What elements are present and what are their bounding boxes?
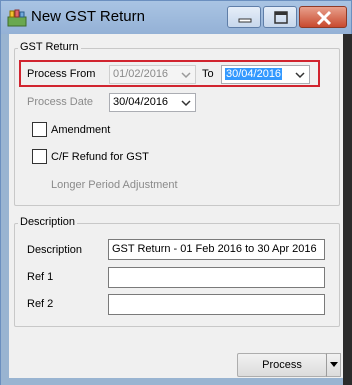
minimize-button[interactable] xyxy=(227,6,261,28)
maximize-icon xyxy=(274,11,288,24)
amendment-checkbox[interactable] xyxy=(32,122,47,137)
cf-refund-checkbox[interactable] xyxy=(32,149,47,164)
longer-period-adjustment-label: Longer Period Adjustment xyxy=(51,179,178,191)
ref1-label: Ref 1 xyxy=(27,271,54,283)
window-title: New GST Return xyxy=(31,8,145,25)
process-to-value: 30/04/2016 xyxy=(225,68,283,80)
ref1-input[interactable] xyxy=(108,267,325,288)
close-button[interactable] xyxy=(299,6,347,28)
gst-return-group-label: GST Return xyxy=(18,41,81,53)
process-button[interactable]: Process xyxy=(237,353,327,377)
maximize-button[interactable] xyxy=(263,6,297,28)
chevron-down-icon[interactable] xyxy=(181,98,191,108)
description-group-label: Description xyxy=(18,216,78,228)
window-border-right xyxy=(343,34,352,385)
app-icon xyxy=(7,8,27,28)
to-label: To xyxy=(202,68,214,80)
description-input[interactable]: GST Return - 01 Feb 2016 to 30 Apr 2016 xyxy=(108,239,325,260)
close-icon xyxy=(316,10,332,26)
process-from-value: 01/02/2016 xyxy=(113,68,169,80)
minimize-icon xyxy=(238,18,252,23)
amendment-label[interactable]: Amendment xyxy=(51,124,110,136)
process-dropdown-button[interactable] xyxy=(326,353,341,377)
ref2-input[interactable] xyxy=(108,294,325,315)
description-value: GST Return - 01 Feb 2016 to 30 Apr 2016 xyxy=(112,243,317,255)
window-border-bottom xyxy=(1,378,343,385)
process-from-combo: 01/02/2016 xyxy=(109,65,196,84)
chevron-down-icon xyxy=(181,72,191,79)
process-to-combo[interactable]: 30/04/2016 xyxy=(221,65,310,84)
description-label: Description xyxy=(27,244,83,256)
caret-down-icon xyxy=(330,362,338,367)
process-button-label: Process xyxy=(262,359,302,371)
chevron-down-icon[interactable] xyxy=(295,70,305,80)
process-date-combo[interactable]: 30/04/2016 xyxy=(109,93,196,112)
process-date-value: 30/04/2016 xyxy=(113,96,169,108)
process-from-label: Process From xyxy=(27,68,96,80)
gst-return-window: New GST Return GST Return Process From 0… xyxy=(0,0,352,385)
ref2-label: Ref 2 xyxy=(27,298,54,310)
process-date-label: Process Date xyxy=(27,96,94,108)
title-bar[interactable]: New GST Return xyxy=(1,1,351,34)
cf-refund-label[interactable]: C/F Refund for GST xyxy=(51,151,149,163)
